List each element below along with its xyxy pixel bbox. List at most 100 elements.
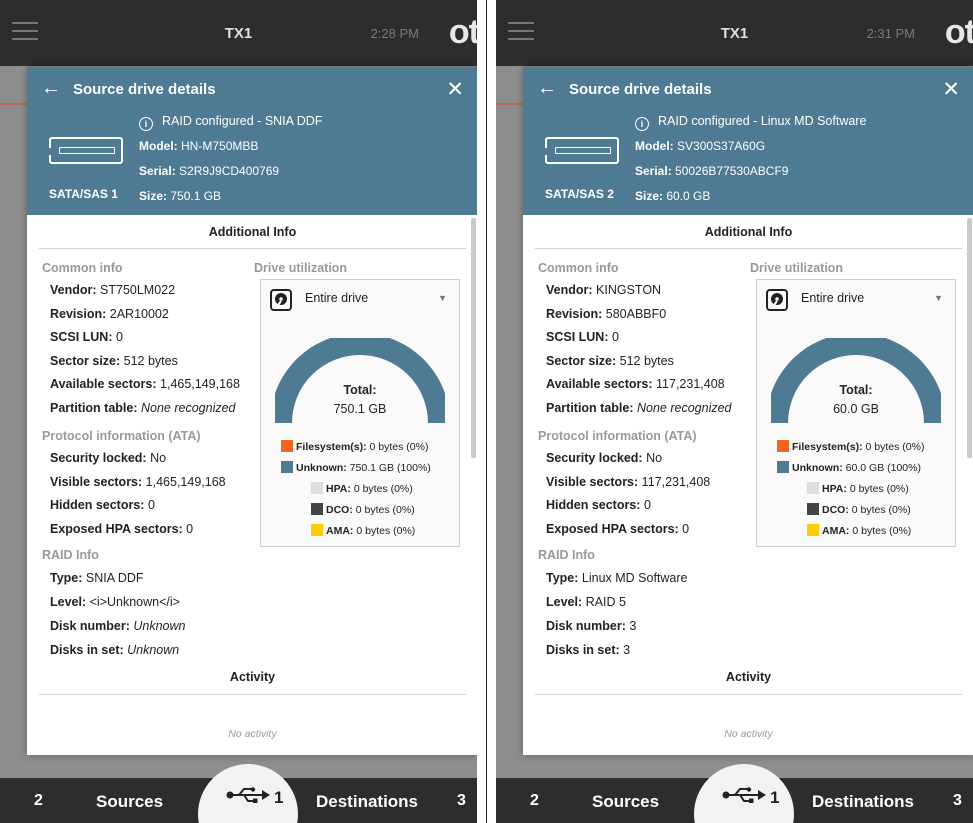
common_info-row: Partition table: None recognized [546,401,732,415]
protocol-info-heading: Protocol information (ATA) [538,429,697,443]
raid_info-row: Level: <i>Unknown</i> [50,595,180,609]
legend-value: 60.0 GB (100%) [845,462,921,474]
field-label: Partition table: [50,400,138,415]
protocol_info-row: Hidden sectors: 0 [50,498,155,512]
chevron-down-icon: ▼ [438,293,447,303]
field-value: 117,231,408 [641,474,711,489]
field-label: Hidden sectors: [546,498,641,512]
activity-heading: Activity [725,670,772,684]
partition-select[interactable]: Entire drive ▼ [763,286,947,312]
drive-port-label: SATA/SAS 1 [49,187,118,201]
legend-label: HPA: [822,483,847,495]
raid-status-text: RAID configured - Linux MD Software [658,114,867,128]
sources-count: 2 [34,792,43,809]
legend-swatch [777,461,789,473]
total-label: Total: [839,383,873,397]
screenshot-divider [477,0,496,823]
usb-icon [226,787,270,803]
legend-item: HPA: 0 bytes (0%) [311,482,413,495]
legend-swatch [311,482,323,494]
serial-line: Serial: S2R9J9CD400769 [139,164,279,178]
drive-utilization-heading: Drive utilization [750,261,844,275]
protocol-info-heading: Protocol information (ATA) [42,429,201,443]
common_info-row: Vendor: KINGSTON [546,283,661,297]
divider [535,248,962,249]
destinations-count: 3 [953,792,962,809]
clock: 2:31 PM [866,26,915,41]
raid-status: i RAID configured - SNIA DDF [139,114,322,131]
size-label: Size: [635,189,664,203]
screen-left: TX1 2:28 PM ot ← Source drive details ✕ … [0,0,477,823]
legend-swatch [311,524,323,536]
common_info-row: Revision: 580ABBF0 [546,307,666,321]
dialog-header: ← Source drive details ✕ i RAID configure… [27,67,477,215]
size-line: Size: 60.0 GB [635,189,710,203]
activity-empty-text: No activity [724,728,773,740]
legend-value: 0 bytes (0%) [355,504,415,516]
close-icon[interactable]: ✕ [942,77,960,102]
clock: 2:28 PM [370,26,419,41]
chevron-down-icon: ▼ [934,293,943,303]
field-label: Level: [546,595,583,609]
source-drive-dialog: ← Source drive details ✕ i RAID configure… [523,67,973,755]
destinations-tab[interactable]: Destinations [812,792,914,812]
field-value: 3 [623,643,631,657]
serial-value: 50026B77530ABCF9 [675,164,789,178]
field-value: 512 bytes [619,353,674,368]
additional-info-heading: Additional Info [208,225,297,239]
common_info-row: Sector size: 512 bytes [50,354,178,368]
field-value: RAID 5 [585,595,626,609]
field-label: Revision: [50,306,107,321]
field-value: 0 [147,498,155,512]
partition-select[interactable]: Entire drive ▼ [267,286,451,312]
serial-label: Serial: [139,164,176,178]
field-value: 0 [643,498,651,512]
close-icon[interactable]: ✕ [446,77,464,102]
serial-line: Serial: 50026B77530ABCF9 [635,164,788,178]
protocol_info-row: Security locked: No [546,451,662,465]
back-arrow-icon[interactable]: ← [537,77,557,100]
back-arrow-icon[interactable]: ← [41,77,61,100]
field-label: Visible sectors: [50,474,143,489]
legend-item: HPA: 0 bytes (0%) [807,482,909,495]
sources-tab[interactable]: Sources [592,792,659,812]
field-label: Disk number: [50,619,130,633]
top-bar: TX1 2:31 PM ot [496,0,973,66]
destinations-tab[interactable]: Destinations [316,792,418,812]
field-label: SCSI LUN: [50,330,113,344]
legend-swatch [281,440,293,452]
scrollbar[interactable] [471,218,476,458]
usb-count: 1 [274,788,284,807]
field-label: Exposed HPA sectors: [50,521,183,536]
serial-value: S2R9J9CD400769 [179,164,280,178]
protocol_info-row: Visible sectors: 117,231,408 [546,475,710,489]
screen-right: TX1 2:31 PM ot ← Source drive details ✕ … [496,0,973,823]
total-value: 60.0 GB [833,402,879,416]
info-icon: i [139,117,153,131]
model-line: Model: HN-M750MBB [139,139,258,153]
field-value: SNIA DDF [85,571,144,585]
drive-icon [545,137,619,164]
size-value: 60.0 GB [666,189,711,203]
legend-value: 0 bytes (0%) [865,441,925,453]
legend-item: Unknown: 60.0 GB (100%) [777,461,921,474]
legend-label: AMA: [326,525,354,537]
raid-info-heading: RAID Info [538,548,595,562]
field-label: Sector size: [546,353,617,368]
common_info-row: Available sectors: 117,231,408 [546,377,725,391]
sources-tab[interactable]: Sources [96,792,163,812]
legend-label: AMA: [822,525,850,537]
legend-item: Filesystem(s): 0 bytes (0%) [777,440,924,453]
raid_info-row: Level: RAID 5 [546,595,626,609]
field-value: 512 bytes [123,353,178,368]
legend-label: DCO: [822,504,849,516]
field-value: None recognized [141,400,236,415]
field-label: Disks in set: [50,643,124,657]
usb-button[interactable]: 1 [694,764,794,823]
raid-status: i RAID configured - Linux MD Software [635,114,866,131]
scrollbar[interactable] [967,218,972,458]
usb-button[interactable]: 1 [198,764,298,823]
legend-item: DCO: 0 bytes (0%) [807,503,911,516]
legend-item: AMA: 0 bytes (0%) [807,524,911,537]
raid_info-row: Type: Linux MD Software [546,571,688,585]
